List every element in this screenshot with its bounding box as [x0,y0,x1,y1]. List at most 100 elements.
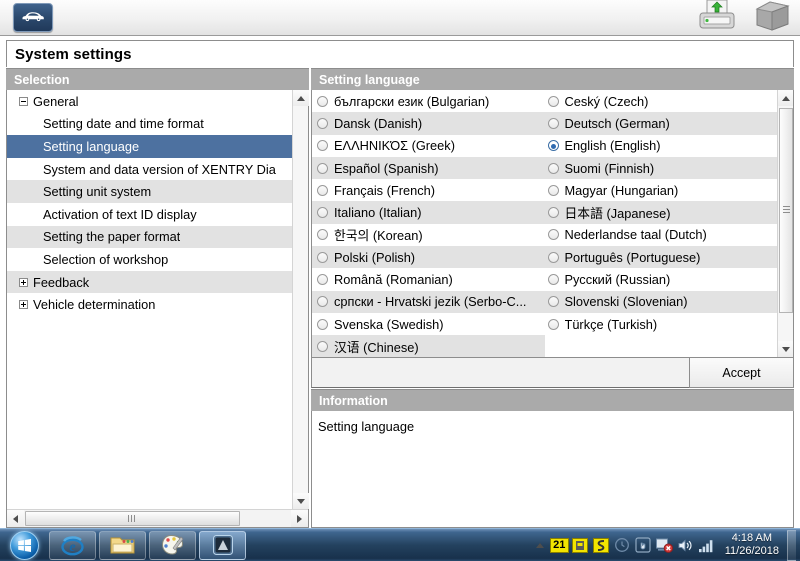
language-option-left[interactable]: Dansk (Danish) [312,112,545,135]
language-option-left[interactable]: ΕΛΛΗΝΙΚΌΣ (Greek) [312,135,545,157]
expand-icon[interactable] [19,300,28,310]
tree-item-3[interactable]: System and data version of XENTRY Dia [7,158,292,181]
language-option-right[interactable]: Ceský (Czech) [545,90,778,112]
tree-scroll-right-button[interactable] [291,510,308,527]
tree-horizontal-scrollbar[interactable] [7,509,308,527]
language-option-left[interactable]: Español (Spanish) [312,156,545,180]
taskbar-item-internet-explorer[interactable]: e [49,530,96,560]
tree-vertical-scrollbar[interactable] [292,90,309,509]
tree-scroll-up-button[interactable] [293,90,309,106]
taskbar-item-xentry[interactable] [199,530,246,560]
language-option-left[interactable]: 汉语 (Chinese) [312,335,545,357]
radio-icon[interactable] [317,318,328,330]
volume-icon[interactable] [676,536,695,555]
language-option-right[interactable]: Nederlandse taal (Dutch) [545,224,778,246]
tree-hscroll-thumb[interactable] [25,511,240,526]
language-option-left[interactable]: Svenska (Swedish) [312,313,545,335]
radio-icon[interactable] [547,274,559,286]
radio-icon[interactable] [317,140,328,152]
taskbar-item-explorer[interactable] [99,530,146,560]
radio-icon[interactable] [547,296,559,308]
taskbar-clock[interactable]: 4:18 AM 11/26/2018 [717,532,785,558]
tree-item-2[interactable]: Setting language [7,135,292,158]
language-vscroll-thumb[interactable] [779,108,793,313]
language-option-right[interactable]: Deutsch (German) [544,112,777,135]
language-label: ΕΛΛΗΝΙΚΌΣ (Greek) [334,138,455,154]
radio-icon[interactable] [547,95,559,107]
hand-shield-icon[interactable] [634,536,653,555]
radio-icon[interactable] [317,296,328,308]
language-row: 汉语 (Chinese) [312,335,777,357]
accept-button[interactable]: Accept [689,357,794,388]
book-icon[interactable] [752,0,792,37]
language-option-left[interactable]: Italiano (Italian) [312,201,545,224]
language-option-left[interactable]: Polski (Polish) [312,246,545,269]
language-row: Svenska (Swedish) Türkçe (Turkish) [312,313,777,335]
tree-item-4[interactable]: Setting unit system [7,180,292,203]
language-option-left[interactable]: Română (Romanian) [312,268,545,290]
radio-icon[interactable] [547,251,559,263]
network-warning-icon[interactable] [655,536,674,555]
settings-tree[interactable]: General Setting date and time format Setti… [7,90,292,509]
expand-icon[interactable] [19,277,28,287]
radio-icon[interactable] [317,207,328,219]
notification-count: 21 [549,537,569,553]
tree-item-0[interactable]: General [7,90,292,113]
radio-icon[interactable] [317,251,328,263]
tree-scroll-left-button[interactable] [7,510,24,527]
show-desktop-button[interactable] [787,529,796,561]
radio-icon[interactable] [317,162,328,174]
radio-icon[interactable] [317,340,328,352]
clock-icon[interactable] [613,536,632,555]
language-option-left[interactable]: български език (Bulgarian) [312,90,545,112]
radio-icon[interactable] [317,274,328,286]
language-option-right[interactable]: Português (Portuguese) [544,246,777,269]
tree-item-6[interactable]: Setting the paper format [7,225,292,249]
collapse-icon[interactable] [19,96,28,106]
language-option-right[interactable]: Suomi (Finnish) [544,156,777,180]
yellow-app-icon[interactable] [571,536,590,555]
tree-item-label: General [33,93,79,109]
tree-item-9[interactable]: Vehicle determination [7,293,292,316]
radio-icon[interactable] [547,184,559,196]
radio-icon[interactable] [317,184,328,196]
language-label: Deutsch (German) [564,115,670,131]
tree-item-1[interactable]: Setting date and time format [7,113,292,136]
radio-icon[interactable] [547,318,559,330]
language-option-left[interactable]: Français (French) [312,179,545,201]
language-option-right[interactable]: Русский (Russian) [545,268,778,290]
radio-icon[interactable] [547,229,559,241]
calendar-badge-icon[interactable]: 21 [549,536,569,555]
radio-icon[interactable] [317,229,328,241]
taskbar-item-paint[interactable] [149,530,196,560]
radio-icon[interactable] [547,207,559,219]
language-option-left[interactable]: 한국의 (Korean) [312,224,545,246]
tree-item-7[interactable]: Selection of workshop [7,248,292,271]
language-option-right[interactable]: English (English) [545,135,778,157]
language-option-left[interactable]: српски - Hrvatski jezik (Serbo-C... [312,290,545,313]
language-scroll-up-button[interactable] [778,90,793,106]
language-option-right[interactable]: Slovenski (Slovenian) [544,290,777,313]
radio-icon[interactable] [547,117,559,129]
tree-item-8[interactable]: Feedback [7,270,292,294]
tree-scroll-down-button[interactable] [293,493,309,509]
paint-palette-icon [161,534,184,555]
language-vertical-scrollbar[interactable] [777,90,793,357]
tray-expand-button[interactable] [531,542,549,548]
radio-icon[interactable] [317,117,328,129]
radio-selected-icon[interactable] [547,140,559,152]
vehicle-button[interactable] [13,3,53,32]
language-option-empty [545,335,778,357]
language-option-right[interactable]: Magyar (Hungarian) [545,179,778,201]
language-option-right[interactable]: 日本語 (Japanese) [544,201,777,224]
language-option-right[interactable]: Türkçe (Turkish) [545,313,778,335]
radio-icon[interactable] [317,95,328,107]
printer-upload-icon[interactable] [696,0,738,37]
language-scroll-down-button[interactable] [778,341,793,357]
start-button[interactable] [2,530,46,561]
tree-item-5[interactable]: Activation of text ID display [7,203,292,226]
signal-bars-icon[interactable] [697,536,716,555]
yellow-app2-icon[interactable] [592,536,611,555]
radio-icon[interactable] [547,162,559,174]
language-radio-list[interactable]: български език (Bulgarian) Ceský (Czech) D… [312,90,777,357]
